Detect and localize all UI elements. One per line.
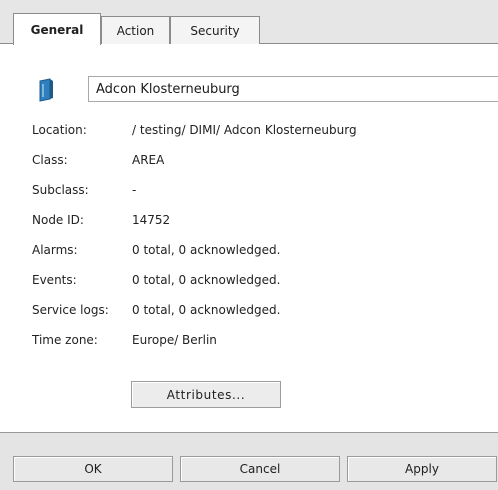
ok-button[interactable]: OK (13, 456, 173, 482)
properties-dialog: General Action Security Location: / test… (0, 0, 498, 490)
events-value: 0 total, 0 acknowledged. (132, 273, 281, 287)
node-id-label: Node ID: (32, 213, 84, 227)
location-value: / testing/ DIMI/ Adcon Klosterneuburg (132, 123, 357, 137)
service-logs-row: Service logs: 0 total, 0 acknowledged. (32, 303, 492, 323)
time-zone-label: Time zone: (32, 333, 98, 347)
tab-strip: General Action Security (0, 0, 498, 45)
subclass-row: Subclass: - (32, 183, 492, 203)
location-label: Location: (32, 123, 87, 137)
events-row: Events: 0 total, 0 acknowledged. (32, 273, 492, 293)
attributes-button[interactable]: Attributes... (131, 381, 281, 408)
events-label: Events: (32, 273, 77, 287)
node-id-row: Node ID: 14752 (32, 213, 492, 233)
class-label: Class: (32, 153, 68, 167)
time-zone-value: Europe/ Berlin (132, 333, 217, 347)
apply-button[interactable]: Apply (347, 456, 497, 482)
tab-action[interactable]: Action (101, 16, 170, 44)
tab-security[interactable]: Security (170, 16, 260, 44)
alarms-value: 0 total, 0 acknowledged. (132, 243, 281, 257)
subclass-label: Subclass: (32, 183, 89, 197)
object-name-field[interactable] (88, 76, 498, 102)
dialog-footer: OK Cancel Apply (0, 432, 498, 490)
service-logs-label: Service logs: (32, 303, 109, 317)
subclass-value: - (132, 183, 137, 197)
time-zone-row: Time zone: Europe/ Berlin (32, 333, 492, 353)
cancel-button[interactable]: Cancel (180, 456, 340, 482)
class-value: AREA (132, 153, 165, 167)
class-row: Class: AREA (32, 153, 492, 173)
node-id-value: 14752 (132, 213, 171, 227)
node-object-icon (38, 78, 54, 102)
service-logs-value: 0 total, 0 acknowledged. (132, 303, 281, 317)
location-row: Location: / testing/ DIMI/ Adcon Kloster… (32, 123, 492, 143)
tab-general[interactable]: General (13, 13, 101, 45)
alarms-row: Alarms: 0 total, 0 acknowledged. (32, 243, 492, 263)
alarms-label: Alarms: (32, 243, 78, 257)
